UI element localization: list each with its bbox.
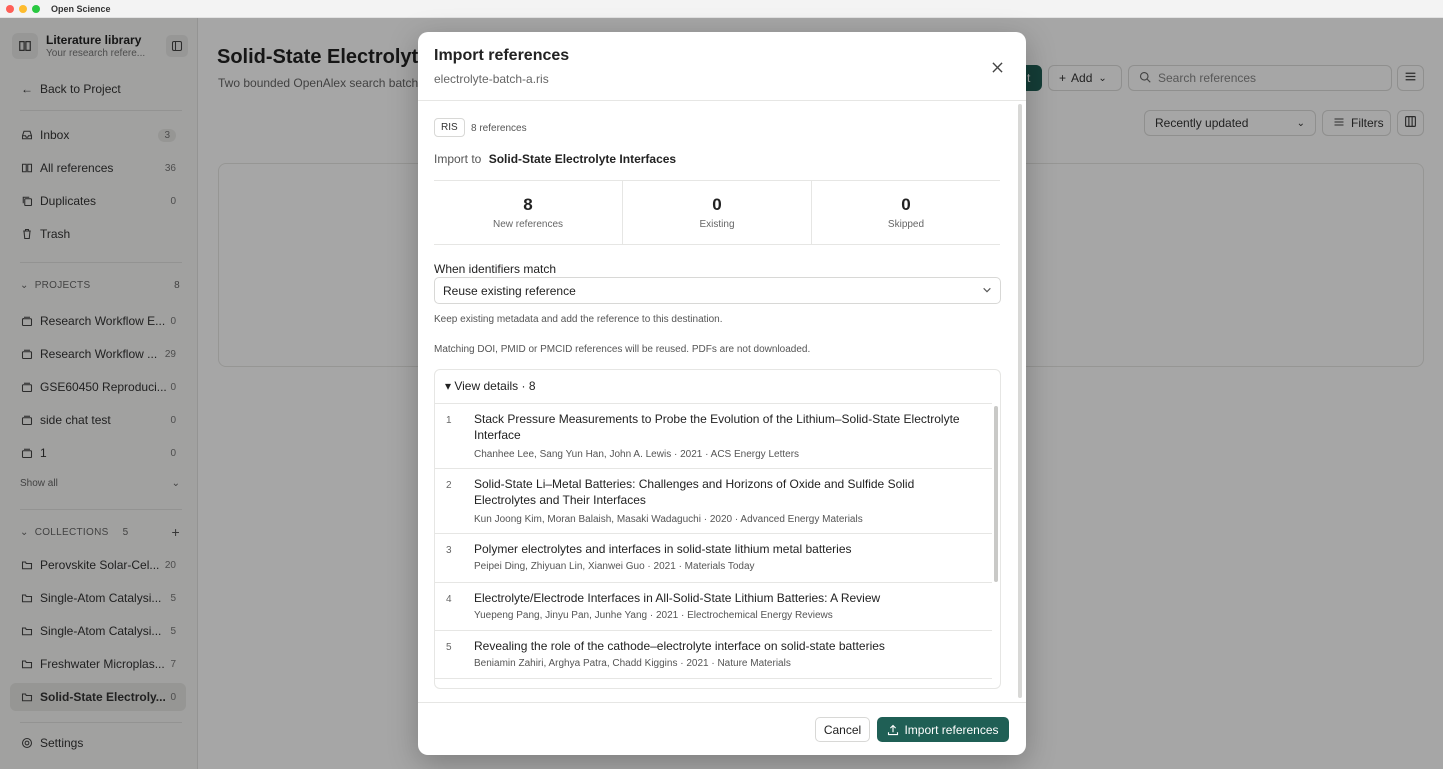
list-item: 1 Stack Pressure Measurements to Probe t… [435, 404, 992, 469]
window-close-button[interactable] [6, 4, 14, 13]
dialog-title: Import references [434, 47, 570, 64]
stat-skipped: 0 Skipped [811, 181, 1000, 244]
dialog-scrollbar[interactable] [1018, 104, 1022, 698]
format-badge: RIS [434, 118, 465, 137]
import-stats: 8 New references 0 Existing 0 Skipped [434, 180, 1000, 245]
list-item: 2 Solid-State Li–Metal Batteries: Challe… [435, 469, 992, 534]
details-disclosure: ▾ View details · 8 1 Stack Pressure Meas… [434, 369, 1001, 689]
list-item: 3 Polymer electrolytes and interfaces in… [435, 534, 992, 583]
window-title: Open Science [51, 3, 111, 14]
import-references-dialog: Import references electrolyte-batch-a.ri… [418, 32, 1026, 755]
stat-new-references: 8 New references [492, 195, 564, 230]
upload-icon [887, 724, 899, 736]
window-titlebar: Open Science [0, 0, 1443, 18]
format-reference-count: 8 references [471, 123, 527, 134]
list-item: 4 Electrolyte/Electrode Interfaces in Al… [435, 583, 992, 631]
import-destination-value: Solid-State Electrolyte Interfaces [488, 152, 677, 166]
dialog-filename: electrolyte-batch-a.ris [434, 72, 549, 86]
window-minimize-button[interactable] [19, 4, 27, 13]
window-maximize-button[interactable] [32, 4, 40, 13]
import-references-button[interactable]: Import references [877, 717, 1009, 742]
cancel-button[interactable]: Cancel [815, 717, 870, 742]
dialog-body: RIS 8 references Import to Solid-State E… [418, 102, 1026, 702]
match-policy-label: When identifiers match [434, 262, 557, 276]
matching-identifiers-note: Matching DOI, PMID or PMCID references w… [434, 344, 811, 355]
match-policy-hint: Keep existing metadata and add the refer… [434, 314, 723, 325]
list-item: 5 Revealing the role of the cathode–elec… [435, 631, 992, 679]
view-details-toggle[interactable]: ▾ View details · 8 [445, 379, 536, 393]
dialog-footer: Cancel Import references [418, 702, 1026, 755]
stat-existing: 0 Existing [622, 181, 811, 244]
reference-list: 1 Stack Pressure Measurements to Probe t… [435, 403, 992, 688]
chevron-down-icon [982, 284, 992, 298]
dialog-header: Import references electrolyte-batch-a.ri… [418, 32, 1026, 101]
match-policy-select[interactable]: Reuse existing reference [434, 277, 1001, 304]
import-destination: Import to Solid-State Electrolyte Interf… [434, 152, 677, 166]
close-icon[interactable] [988, 58, 1006, 76]
reference-list-scrollbar[interactable] [994, 406, 998, 582]
